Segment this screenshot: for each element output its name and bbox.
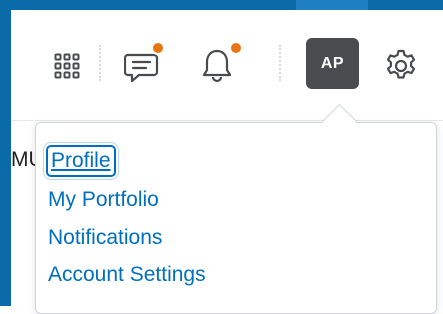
profile-dropdown-menu: Profile My Portfolio Notifications Accou…: [35, 122, 437, 314]
message-notification-dot: [151, 41, 165, 55]
menu-item-notifications[interactable]: Notifications: [48, 225, 162, 251]
menu-item-account-settings[interactable]: Account Settings: [48, 262, 206, 288]
left-frame-strip: [0, 0, 11, 306]
gear-icon[interactable]: [383, 48, 419, 89]
top-tab-highlight: [296, 0, 368, 10]
menu-item-profile[interactable]: Profile: [46, 145, 116, 177]
bell-icon[interactable]: [200, 46, 234, 89]
avatar[interactable]: AP: [306, 38, 359, 89]
separator: [99, 45, 101, 81]
apps-grid-icon[interactable]: [54, 53, 80, 84]
top-frame-strip: [0, 0, 443, 10]
separator: [279, 45, 281, 81]
menu-item-my-portfolio[interactable]: My Portfolio: [48, 187, 159, 213]
bell-notification-dot: [229, 41, 243, 55]
